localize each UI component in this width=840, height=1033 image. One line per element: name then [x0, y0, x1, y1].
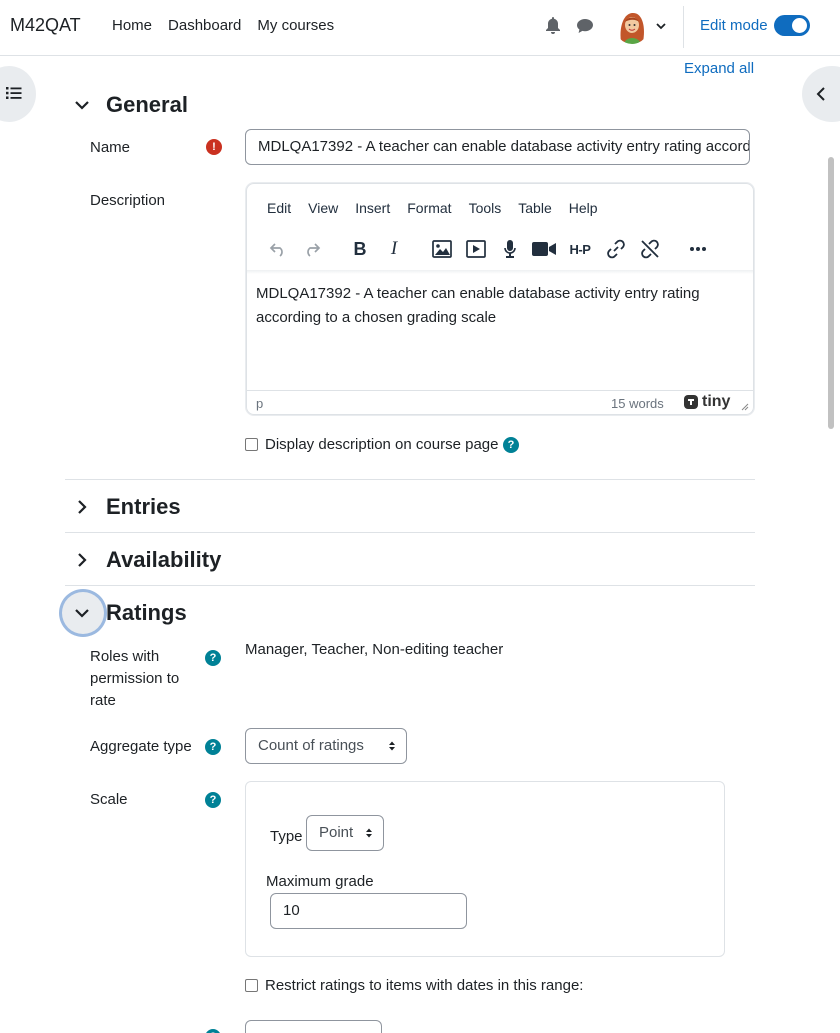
section-entries-header[interactable]: Entries [70, 494, 181, 520]
section-divider [65, 479, 755, 480]
select-arrows-icon [366, 828, 372, 838]
editor-menu-format[interactable]: Format [407, 200, 451, 216]
nav-link-home[interactable]: Home [112, 17, 152, 34]
section-general-header[interactable]: General [70, 92, 188, 118]
section-general-title: General [106, 92, 188, 117]
course-index-drawer-button[interactable] [0, 66, 36, 122]
select-arrows-icon [389, 741, 395, 751]
name-label: Name [90, 139, 131, 156]
nav-link-dashboard[interactable]: Dashboard [168, 17, 241, 34]
unlink-icon[interactable] [637, 236, 663, 262]
h5p-icon[interactable]: H-P [565, 236, 595, 262]
section-ratings-title: Ratings [106, 600, 187, 625]
aggregate-type-value: Count of ratings [258, 737, 364, 754]
edit-mode-toggle[interactable] [774, 15, 810, 36]
description-label: Description [90, 192, 166, 209]
chevron-down-icon[interactable] [70, 601, 94, 625]
help-question-icon[interactable]: ? [205, 1029, 221, 1033]
italic-icon[interactable]: I [381, 236, 407, 262]
bold-icon[interactable]: B [347, 236, 373, 262]
more-options-icon[interactable] [685, 236, 711, 262]
resize-handle-icon[interactable] [741, 403, 749, 411]
maximum-grade-input[interactable]: 10 [270, 893, 467, 929]
help-question-icon[interactable]: ? [205, 650, 221, 666]
navbar-divider [683, 6, 684, 48]
block-drawer-button[interactable] [802, 66, 840, 122]
editor-word-count[interactable]: 15 words [611, 396, 664, 411]
tiny-logo-icon [684, 395, 698, 409]
nav-link-my-courses[interactable]: My courses [257, 17, 334, 34]
primary-navigation: Home Dashboard My courses [112, 17, 334, 34]
editor-menu-insert[interactable]: Insert [355, 200, 390, 216]
section-divider [65, 532, 755, 533]
scale-type-value: Point [319, 824, 354, 841]
help-question-icon[interactable]: ? [205, 792, 221, 808]
name-input[interactable]: MDLQA17392 - A teacher can enable databa… [245, 129, 750, 165]
section-divider [65, 585, 755, 586]
scale-type-label: Type [270, 828, 303, 845]
video-camera-icon[interactable] [531, 236, 557, 262]
editor-menu-edit[interactable]: Edit [267, 200, 291, 216]
toolbar-shadow [247, 270, 753, 274]
editor-element-path[interactable]: p [256, 396, 263, 411]
roles-label: Roles with permission to rate [90, 648, 180, 709]
chevron-left-icon [816, 87, 825, 101]
aggregate-type-label: Aggregate type [90, 738, 192, 755]
tiny-logo-text: tiny [702, 393, 731, 410]
user-avatar[interactable] [615, 8, 649, 44]
section-availability-title: Availability [106, 547, 222, 572]
redo-icon[interactable] [299, 236, 325, 262]
help-question-icon[interactable]: ? [503, 437, 519, 453]
display-description-label: Display description on course page [265, 436, 499, 453]
maximum-grade-label: Maximum grade [266, 873, 374, 890]
messages-chat-icon[interactable] [576, 17, 594, 35]
help-question-icon[interactable]: ? [205, 739, 221, 755]
editor-menubar: Edit View Insert Format Tools Table Help [267, 200, 598, 216]
undo-icon[interactable] [265, 236, 291, 262]
editor-menu-help[interactable]: Help [569, 200, 598, 216]
section-entries-title: Entries [106, 494, 181, 519]
microphone-icon[interactable] [497, 236, 523, 262]
aggregate-type-select[interactable]: Count of ratings [245, 728, 407, 764]
roles-value: Manager, Teacher, Non-editing teacher [245, 641, 504, 658]
section-ratings-header[interactable]: Ratings [70, 600, 187, 626]
date-from-select[interactable] [245, 1020, 382, 1033]
edit-mode-label: Edit mode [700, 17, 768, 34]
chevron-right-icon[interactable] [70, 548, 94, 572]
expand-all-link[interactable]: Expand all [684, 60, 754, 77]
editor-statusbar: p 15 words tiny [247, 390, 753, 414]
chevron-down-icon[interactable] [70, 93, 94, 117]
chevron-right-icon[interactable] [70, 495, 94, 519]
scale-fieldset: Type Point Maximum grade 10 [245, 781, 725, 957]
section-availability-header[interactable]: Availability [70, 547, 221, 573]
required-exclamation-icon: ! [206, 139, 222, 155]
media-play-icon[interactable] [463, 236, 489, 262]
scale-label: Scale [90, 791, 128, 808]
site-brand[interactable]: M42QAT [10, 15, 81, 36]
top-navbar: M42QAT Home Dashboard My courses Edit mo… [0, 0, 840, 56]
display-description-checkbox[interactable] [245, 438, 258, 451]
notifications-bell-icon[interactable] [544, 16, 562, 36]
editor-menu-table[interactable]: Table [518, 200, 551, 216]
link-icon[interactable] [603, 236, 629, 262]
page-scrollbar[interactable] [828, 157, 834, 429]
editor-toolbar: B I H-P [265, 236, 735, 262]
editor-menu-tools[interactable]: Tools [469, 200, 502, 216]
restrict-ratings-checkbox[interactable] [245, 979, 258, 992]
tiny-logo[interactable]: tiny [683, 393, 730, 411]
editor-content-area[interactable]: MDLQA17392 - A teacher can enable databa… [256, 282, 746, 330]
restrict-ratings-label: Restrict ratings to items with dates in … [265, 977, 584, 994]
user-menu-chevron-down-icon[interactable] [655, 21, 667, 31]
list-icon [6, 87, 22, 99]
scale-type-select[interactable]: Point [306, 815, 384, 851]
image-icon[interactable] [429, 236, 455, 262]
editor-menu-view[interactable]: View [308, 200, 338, 216]
description-editor: Edit View Insert Format Tools Table Help… [246, 183, 754, 415]
